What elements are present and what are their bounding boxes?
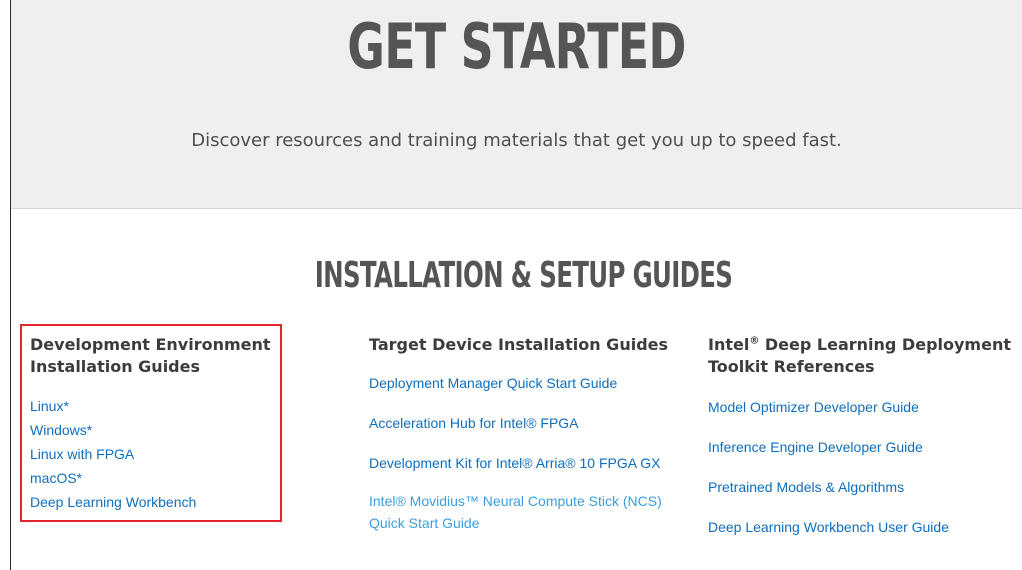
toolkit-refs-links: Model Optimizer Developer Guide Inferenc… xyxy=(708,396,1018,538)
hero-subtitle: Discover resources and training material… xyxy=(191,130,842,151)
link-deep-learning-workbench[interactable]: Deep Learning Workbench xyxy=(30,490,290,514)
dev-env-column: Development Environment Installation Gui… xyxy=(30,334,290,514)
link-inference-engine[interactable]: Inference Engine Developer Guide xyxy=(708,436,1018,458)
link-pretrained-models[interactable]: Pretrained Models & Algorithms xyxy=(708,476,1018,498)
section-title: INSTALLATION & SETUP GUIDES xyxy=(314,255,733,296)
link-linux-with-fpga[interactable]: Linux with FPGA xyxy=(30,442,290,466)
link-model-optimizer[interactable]: Model Optimizer Developer Guide xyxy=(708,396,1018,418)
toolkit-refs-column: Intel® Deep Learning Deployment Toolkit … xyxy=(708,334,1018,538)
target-device-links: Deployment Manager Quick Start Guide Acc… xyxy=(369,372,689,534)
hero-title: GET STARTED xyxy=(347,10,686,83)
link-acceleration-hub[interactable]: Acceleration Hub for Intel® FPGA xyxy=(369,412,689,434)
hero-banner: GET STARTED Discover resources and train… xyxy=(11,0,1022,209)
link-windows[interactable]: Windows* xyxy=(30,418,290,442)
dev-env-heading: Development Environment Installation Gui… xyxy=(30,335,271,376)
toolkit-refs-heading: Intel® Deep Learning Deployment Toolkit … xyxy=(708,335,1011,376)
link-arria-dev-kit[interactable]: Development Kit for Intel® Arria® 10 FPG… xyxy=(369,452,679,474)
dev-env-links: Linux* Windows* Linux with FPGA macOS* D… xyxy=(30,394,290,514)
link-deployment-manager[interactable]: Deployment Manager Quick Start Guide xyxy=(369,372,689,394)
link-movidius-ncs[interactable]: Intel® Movidius™ Neural Compute Stick (N… xyxy=(369,490,669,534)
target-device-heading: Target Device Installation Guides xyxy=(369,335,669,354)
target-device-column: Target Device Installation Guides Deploy… xyxy=(369,334,689,534)
link-macos[interactable]: macOS* xyxy=(30,466,290,490)
link-linux[interactable]: Linux* xyxy=(30,394,290,418)
link-dlwb-user-guide[interactable]: Deep Learning Workbench User Guide xyxy=(708,516,1018,538)
